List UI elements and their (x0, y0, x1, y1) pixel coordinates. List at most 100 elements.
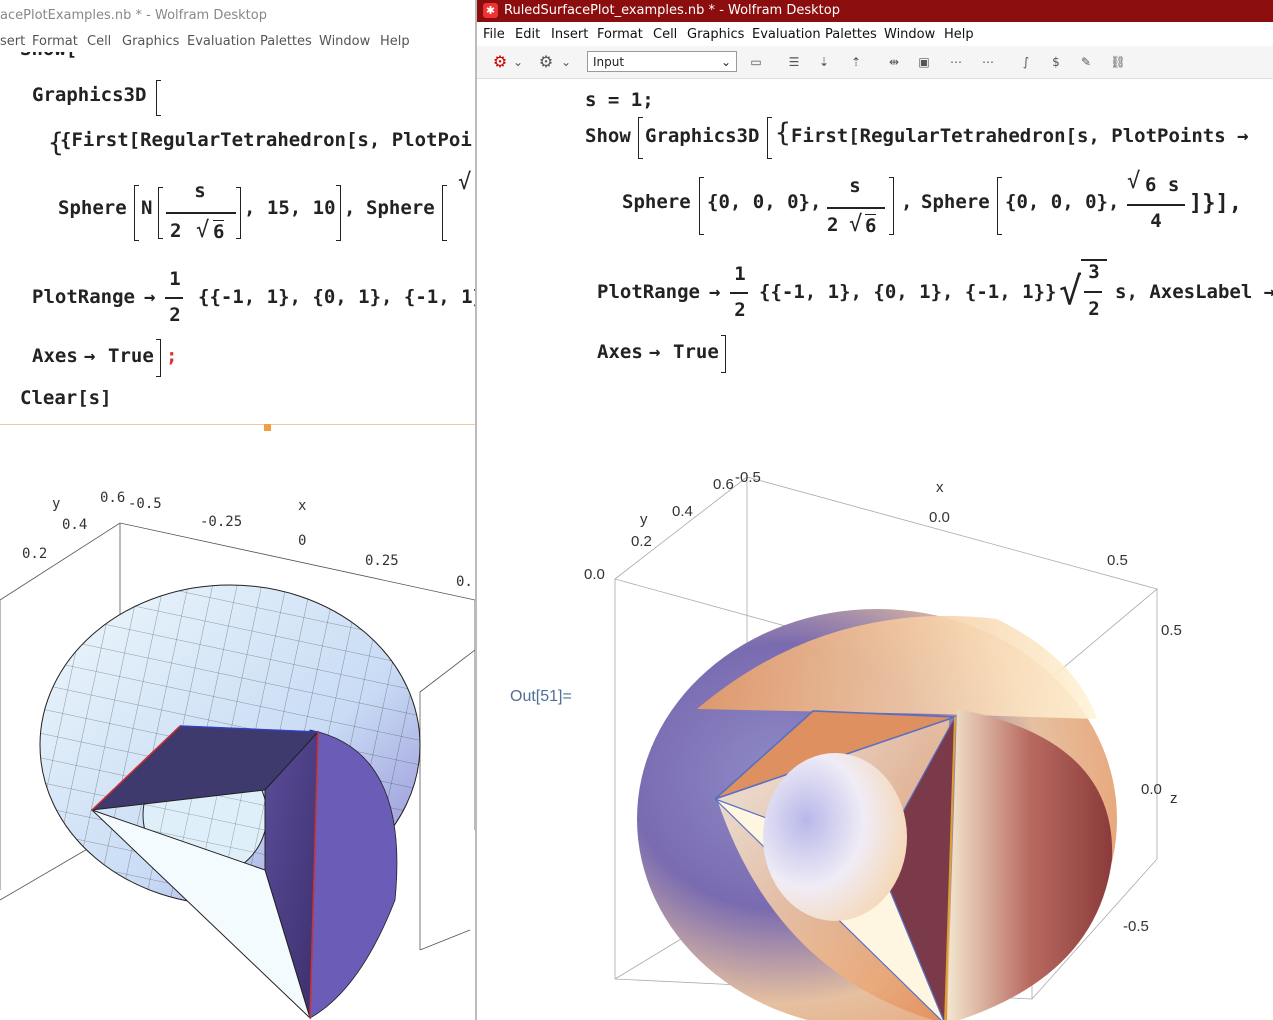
left-tick-y-02: 0.2 (22, 546, 47, 562)
right-inner-sphere (763, 753, 907, 921)
comma-a: , (344, 197, 356, 219)
right-notebook-window: ✱ RuledSurfacePlot_examples.nb * - Wolfr… (477, 0, 1273, 1020)
left-menu-palettes[interactable]: Palettes (260, 34, 312, 49)
n-keyword: N (141, 197, 153, 219)
left-menu-format[interactable]: Format (32, 34, 78, 49)
semicolon-red: ; (166, 345, 178, 367)
right-tick-z-m05: -0.5 (1123, 918, 1149, 935)
frac-den-2-r: 2 (827, 214, 839, 236)
sphere2-bracket (442, 185, 447, 241)
right-tick-x-05: 0.5 (1107, 552, 1128, 569)
sphere2-bracket-r (997, 177, 1002, 235)
in-icon[interactable]: ⇣ (813, 52, 835, 72)
left-menu-insert[interactable]: sert (0, 34, 25, 49)
output-label: Out[51]= (510, 688, 572, 705)
menu-palettes[interactable]: Palettes (825, 27, 877, 42)
n-bracket-close (236, 187, 241, 239)
sphere2-origin: {0, 0, 0}, (1005, 191, 1120, 213)
right-tick-y-06: 0.6 (713, 476, 734, 493)
menu-edit[interactable]: Edit (515, 27, 540, 42)
math-icon[interactable]: ∫ (1015, 52, 1037, 72)
merge-cell-icon[interactable]: ▣ (913, 52, 935, 72)
left-tick-x-0: 0 (298, 533, 306, 549)
left-tick-y-04: 0.4 (62, 517, 87, 533)
cell-style-select[interactable]: Input ⌄ (587, 51, 737, 72)
evaluate-icon[interactable]: ⚙ (489, 52, 511, 72)
left-menu-graphics[interactable]: Graphics (122, 34, 179, 49)
left-menu-evaluation[interactable]: Evaluation (187, 34, 256, 49)
left-menu-bar: sert Format Cell Graphics Evaluation Pal… (0, 30, 475, 52)
sphere1-keyword: Sphere (58, 197, 127, 219)
sqrt-frac-den: 2 (1088, 298, 1100, 320)
right-3d-plot[interactable]: -0.5 0.0 0.5 x 0.0 0.2 0.4 0.6 y 0.5 0.0… (577, 379, 1273, 1020)
right-tick-x-00: 0.0 (929, 509, 950, 526)
menu-window[interactable]: Window (884, 27, 935, 42)
right-window-title: RuledSurfacePlot_examples.nb * - Wolfram… (504, 3, 840, 18)
right-window-titlebar[interactable]: ✱ RuledSurfacePlot_examples.nb * - Wolfr… (477, 0, 1273, 22)
right-outer-top-highlight (697, 615, 1097, 719)
group-cells-icon[interactable]: ☰ (783, 52, 805, 72)
tex-icon[interactable]: $ (1045, 52, 1067, 72)
right-notebook-content[interactable]: s = 1; Show Graphics3D { First[RegularTe… (477, 79, 1273, 1020)
plotrange-keyword-r: PlotRange (597, 281, 700, 303)
show-partial: Show[ (20, 52, 77, 60)
right-axis-y-label: y (640, 511, 648, 528)
menu-cell[interactable]: Cell (653, 27, 677, 42)
menu-format[interactable]: Format (597, 27, 643, 42)
axes-true-r: True (673, 341, 719, 363)
template-icon[interactable]: ⋯ (977, 52, 999, 72)
sphere1-bracket-close-r (889, 177, 894, 235)
left-menu-help[interactable]: Help (380, 34, 410, 49)
abort-dropdown-chevron-icon[interactable]: ⌄ (559, 52, 573, 72)
clear-statement: Clear[s] (20, 387, 112, 409)
select-chevron-icon: ⌄ (720, 55, 731, 69)
sqrt-sign: √ (196, 218, 210, 243)
frac-numerator-r: s (849, 175, 861, 197)
s-assignment: s = 1; (585, 89, 654, 111)
sphere1-bracket (134, 185, 139, 241)
sphere2-sqrt-partial: √ (458, 170, 472, 195)
open-brace-r: { (775, 118, 791, 148)
sphere2-sqrt-sign: √ (1127, 169, 1141, 194)
sqrt-frac-line (1084, 291, 1102, 293)
first-line: {First[RegularTetrahedron[s, PlotPoi (60, 129, 472, 151)
menu-graphics[interactable]: Graphics (687, 27, 744, 42)
link-icon[interactable]: ⛓ (1107, 52, 1129, 72)
ellipsis-icon[interactable]: ⋯ (945, 52, 967, 72)
graphics3d-keyword-r: Graphics3D (645, 125, 760, 147)
right-tick-z-00: 0.0 (1141, 781, 1162, 798)
graphics3d-bracket-r (767, 117, 772, 159)
left-menu-window[interactable]: Window (319, 34, 370, 49)
split-cell-icon[interactable]: ⇹ (883, 52, 905, 72)
abort-icon[interactable]: ⚙ (535, 52, 557, 72)
left-tick-x-025: 0.25 (365, 553, 399, 569)
sphere1-bracket-close (336, 185, 341, 241)
cell-style-value: Input (593, 55, 625, 69)
axes-true: True (108, 345, 154, 367)
left-tick-y-06: 0.6 (100, 490, 125, 506)
cell-bracket-icon[interactable]: ▭ (745, 52, 767, 72)
sphere2-keyword-r: Sphere (921, 191, 990, 213)
n-bracket (158, 187, 163, 239)
axeslabel-tail: s, AxesLabel → (1115, 281, 1273, 303)
big-sqrt-sign: √ (1059, 269, 1082, 313)
plotrange-keyword: PlotRange (32, 286, 135, 308)
menu-help[interactable]: Help (944, 27, 974, 42)
axes-arrow: → (84, 345, 96, 367)
show-bracket-close (721, 335, 726, 373)
left-menu-cell[interactable]: Cell (87, 34, 111, 49)
left-3d-plot[interactable]: y x 0.2 0.4 0.6 -0.5 -0.25 0 0.25 0. (0, 430, 475, 1020)
menu-file[interactable]: File (483, 27, 505, 42)
axes-keyword-r: Axes (597, 341, 643, 363)
edit-icon[interactable]: ✎ (1075, 52, 1097, 72)
left-axis-y-label: y (52, 496, 60, 512)
menu-evaluation[interactable]: Evaluation (752, 27, 821, 42)
menu-insert[interactable]: Insert (551, 27, 588, 42)
sphere1-origin: {0, 0, 0}, (707, 191, 822, 213)
evaluate-dropdown-chevron-icon[interactable]: ⌄ (511, 52, 525, 72)
sphere2-denominator: 4 (1150, 210, 1162, 232)
out-icon[interactable]: ⇡ (845, 52, 867, 72)
frac-line (166, 212, 236, 214)
left-tick-x-m05: -0.5 (128, 496, 162, 512)
left-notebook-content[interactable]: Show[ Graphics3D { {First[RegularTetrahe… (0, 52, 475, 1020)
